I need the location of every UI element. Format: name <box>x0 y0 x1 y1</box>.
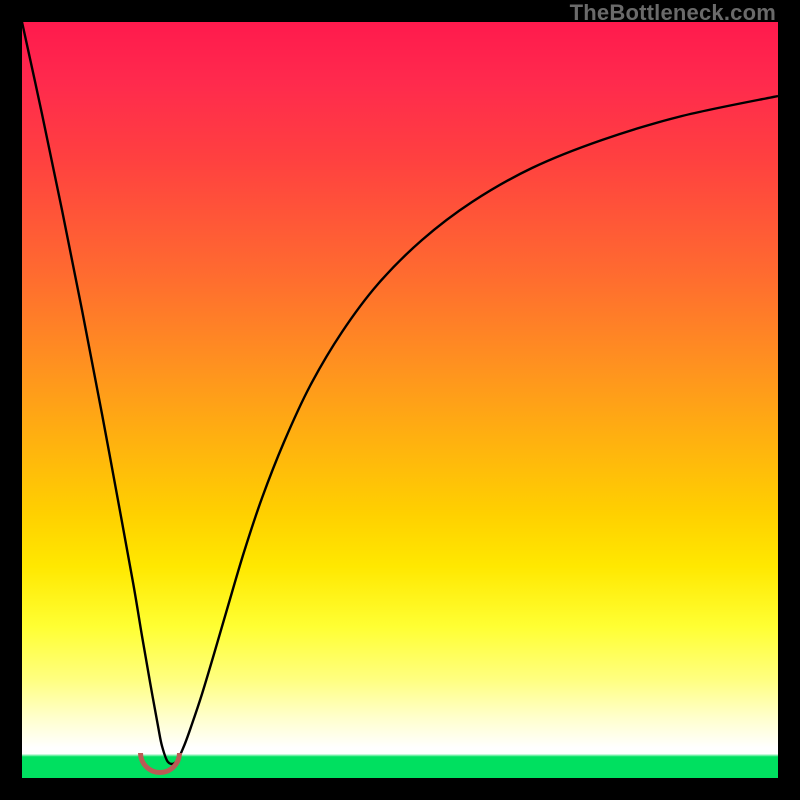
plot-area <box>22 22 778 778</box>
chart-frame: TheBottleneck.com <box>0 0 800 800</box>
bottleneck-curve-svg <box>22 22 778 778</box>
bottleneck-curve-path <box>22 22 778 764</box>
